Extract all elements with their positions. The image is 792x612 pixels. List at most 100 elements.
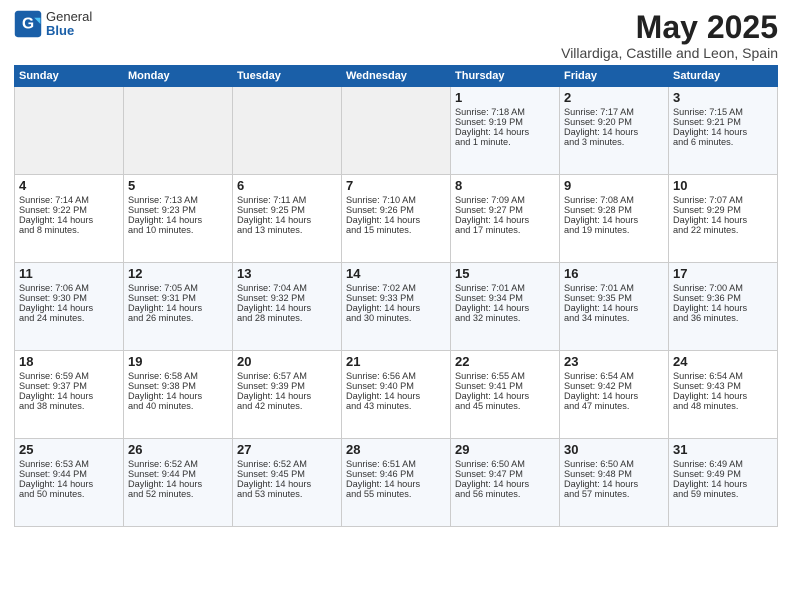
cell-info-line: Sunset: 9:42 PM: [564, 381, 664, 391]
calendar-cell: 1Sunrise: 7:18 AMSunset: 9:19 PMDaylight…: [451, 87, 560, 175]
cell-info-line: Sunset: 9:48 PM: [564, 469, 664, 479]
cell-info-line: Daylight: 14 hours: [564, 479, 664, 489]
cell-info-line: Daylight: 14 hours: [19, 391, 119, 401]
weekday-header-wednesday: Wednesday: [342, 66, 451, 87]
cell-info-line: Sunset: 9:25 PM: [237, 205, 337, 215]
cell-info-line: and 36 minutes.: [673, 313, 773, 323]
cell-info-line: Sunrise: 6:50 AM: [455, 459, 555, 469]
calendar-cell: 5 Sunrise: 7:13 AMSunset: 9:23 PMDaylight…: [124, 175, 233, 263]
cell-info-line: Sunrise: 6:57 AM: [237, 371, 337, 381]
weekday-header-saturday: Saturday: [669, 66, 778, 87]
calendar-cell: 26Sunrise: 6:52 AMSunset: 9:44 PMDayligh…: [124, 439, 233, 527]
cell-info-line: and 8 minutes.: [19, 225, 119, 235]
calendar-header: SundayMondayTuesdayWednesdayThursdayFrid…: [15, 66, 778, 87]
calendar-cell: 22Sunrise: 6:55 AMSunset: 9:41 PMDayligh…: [451, 351, 560, 439]
calendar-cell: 27Sunrise: 6:52 AMSunset: 9:45 PMDayligh…: [233, 439, 342, 527]
cell-info-line: and 48 minutes.: [673, 401, 773, 411]
cell-info-line: Daylight: 14 hours: [673, 127, 773, 137]
cell-info-line: Sunrise: 7:04 AM: [237, 283, 337, 293]
calendar-cell: 19Sunrise: 6:58 AMSunset: 9:38 PMDayligh…: [124, 351, 233, 439]
cell-info-line: and 45 minutes.: [455, 401, 555, 411]
cell-info-line: Daylight: 14 hours: [455, 303, 555, 313]
cell-info-line: Sunrise: 6:52 AM: [128, 459, 228, 469]
cell-info-line: Sunset: 9:36 PM: [673, 293, 773, 303]
day-number: 27: [237, 442, 337, 457]
calendar-cell: [124, 87, 233, 175]
cell-info-line: and 38 minutes.: [19, 401, 119, 411]
week-row-4: 18Sunrise: 6:59 AMSunset: 9:37 PMDayligh…: [15, 351, 778, 439]
cell-info-line: Daylight: 14 hours: [128, 215, 228, 225]
calendar-cell: 12Sunrise: 7:05 AMSunset: 9:31 PMDayligh…: [124, 263, 233, 351]
cell-info-line: and 42 minutes.: [237, 401, 337, 411]
cell-info-line: Sunset: 9:38 PM: [128, 381, 228, 391]
calendar-cell: 24Sunrise: 6:54 AMSunset: 9:43 PMDayligh…: [669, 351, 778, 439]
calendar-cell: 2Sunrise: 7:17 AMSunset: 9:20 PMDaylight…: [560, 87, 669, 175]
page: G General Blue May 2025 Villardiga, Cast…: [0, 0, 792, 537]
calendar-cell: 30Sunrise: 6:50 AMSunset: 9:48 PMDayligh…: [560, 439, 669, 527]
cell-info-line: Daylight: 14 hours: [346, 479, 446, 489]
cell-info-line: Sunset: 9:40 PM: [346, 381, 446, 391]
cell-info-line: Daylight: 14 hours: [564, 303, 664, 313]
weekday-header-monday: Monday: [124, 66, 233, 87]
cell-info-line: Sunrise: 7:15 AM: [673, 107, 773, 117]
day-number: 21: [346, 354, 446, 369]
cell-info-line: Sunset: 9:26 PM: [346, 205, 446, 215]
cell-info-line: Sunrise: 7:05 AM: [128, 283, 228, 293]
cell-info-line: Sunrise: 7:02 AM: [346, 283, 446, 293]
cell-info-line: Daylight: 14 hours: [455, 391, 555, 401]
calendar-cell: [342, 87, 451, 175]
logo-general-text: General: [46, 10, 92, 24]
cell-info-line: Sunset: 9:30 PM: [19, 293, 119, 303]
day-number: 22: [455, 354, 555, 369]
cell-info-line: Sunset: 9:33 PM: [346, 293, 446, 303]
logo-text: General Blue: [46, 10, 92, 39]
logo: G General Blue: [14, 10, 92, 39]
day-number: 31: [673, 442, 773, 457]
cell-info-line: Sunrise: 6:49 AM: [673, 459, 773, 469]
cell-info-line: and 15 minutes.: [346, 225, 446, 235]
cell-info-line: Sunset: 9:31 PM: [128, 293, 228, 303]
day-number: 8: [455, 178, 555, 193]
weekday-header-row: SundayMondayTuesdayWednesdayThursdayFrid…: [15, 66, 778, 87]
day-number: 3: [673, 90, 773, 105]
cell-info-line: Daylight: 14 hours: [564, 127, 664, 137]
cell-info-line: Daylight: 14 hours: [19, 215, 119, 225]
day-number: 11: [19, 266, 119, 281]
cell-info-line: Sunrise: 7:13 AM: [128, 195, 228, 205]
day-number: 24: [673, 354, 773, 369]
header: G General Blue May 2025 Villardiga, Cast…: [14, 10, 778, 61]
logo-blue-text: Blue: [46, 24, 92, 38]
cell-info-line: Daylight: 14 hours: [237, 303, 337, 313]
day-number: 14: [346, 266, 446, 281]
cell-info-line: Daylight: 14 hours: [455, 127, 555, 137]
cell-info-line: and 50 minutes.: [19, 489, 119, 499]
cell-info-line: Sunset: 9:23 PM: [128, 205, 228, 215]
calendar-cell: 18Sunrise: 6:59 AMSunset: 9:37 PMDayligh…: [15, 351, 124, 439]
cell-info-line: and 17 minutes.: [455, 225, 555, 235]
location-subtitle: Villardiga, Castille and Leon, Spain: [561, 45, 778, 61]
calendar-cell: 29Sunrise: 6:50 AMSunset: 9:47 PMDayligh…: [451, 439, 560, 527]
day-number: 6: [237, 178, 337, 193]
cell-info-line: Sunrise: 6:53 AM: [19, 459, 119, 469]
cell-info-line: Sunset: 9:21 PM: [673, 117, 773, 127]
weekday-header-thursday: Thursday: [451, 66, 560, 87]
calendar-body: 1Sunrise: 7:18 AMSunset: 9:19 PMDaylight…: [15, 87, 778, 527]
cell-info-line: and 13 minutes.: [237, 225, 337, 235]
cell-info-line: Sunset: 9:41 PM: [455, 381, 555, 391]
cell-info-line: Sunset: 9:28 PM: [564, 205, 664, 215]
cell-info-line: Sunrise: 7:14 AM: [19, 195, 119, 205]
day-number: 26: [128, 442, 228, 457]
calendar-cell: 13Sunrise: 7:04 AMSunset: 9:32 PMDayligh…: [233, 263, 342, 351]
day-number: 5: [128, 178, 228, 193]
calendar-cell: 6Sunrise: 7:11 AMSunset: 9:25 PMDaylight…: [233, 175, 342, 263]
cell-info-line: Sunrise: 6:54 AM: [673, 371, 773, 381]
cell-info-line: Sunset: 9:27 PM: [455, 205, 555, 215]
cell-info-line: and 3 minutes.: [564, 137, 664, 147]
cell-info-line: Daylight: 14 hours: [128, 391, 228, 401]
week-row-5: 25Sunrise: 6:53 AMSunset: 9:44 PMDayligh…: [15, 439, 778, 527]
weekday-header-sunday: Sunday: [15, 66, 124, 87]
cell-info-line: Sunrise: 7:01 AM: [564, 283, 664, 293]
cell-info-line: Daylight: 14 hours: [346, 215, 446, 225]
cell-info-line: and 32 minutes.: [455, 313, 555, 323]
cell-info-line: and 43 minutes.: [346, 401, 446, 411]
